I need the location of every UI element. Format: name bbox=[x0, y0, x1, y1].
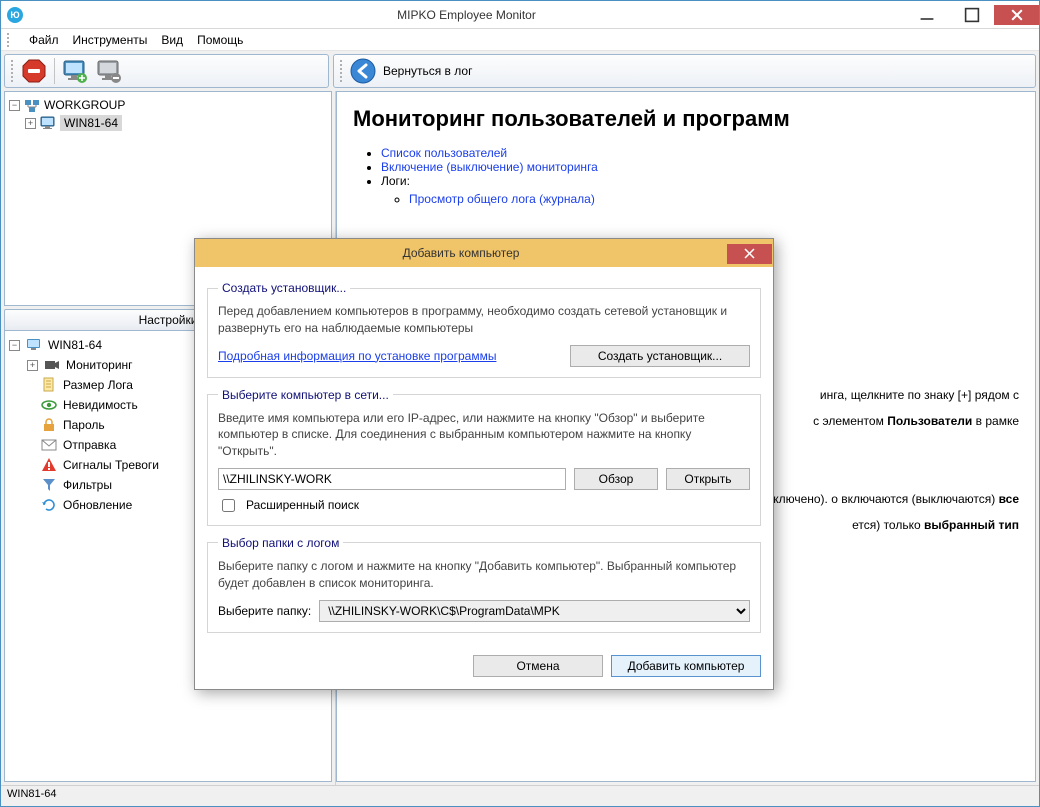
app-icon: Ю bbox=[7, 7, 23, 23]
dialog-body: Создать установщик... Перед добавлением … bbox=[195, 267, 773, 655]
advanced-search-label: Расширенный поиск bbox=[246, 498, 359, 512]
arrow-left-icon bbox=[350, 58, 376, 84]
settings-alerts-label: Сигналы Тревоги bbox=[63, 458, 159, 472]
create-installer-button[interactable]: Создать установщик... bbox=[570, 345, 750, 367]
toolbar-left-panel bbox=[4, 54, 329, 88]
status-text: WIN81-64 bbox=[7, 788, 57, 800]
settings-password-label: Пароль bbox=[63, 418, 105, 432]
toolbar-right-panel: Вернуться в лог bbox=[333, 54, 1036, 88]
app-title: MIPKO Employee Monitor bbox=[29, 8, 904, 22]
toc-link-users[interactable]: Список пользователей bbox=[381, 146, 507, 160]
dialog-titlebar: Добавить компьютер bbox=[195, 239, 773, 267]
page-title: Мониторинг пользователей и программ bbox=[353, 106, 1019, 132]
settings-root-label: WIN81-64 bbox=[48, 338, 102, 352]
add-computer-button[interactable]: Добавить компьютер bbox=[611, 655, 761, 677]
funnel-icon bbox=[41, 477, 57, 493]
collapse-icon[interactable]: − bbox=[9, 100, 20, 111]
maximize-button[interactable] bbox=[949, 5, 994, 25]
folder-select[interactable]: \\ZHILINSKY-WORK\C$\ProgramData\MPK bbox=[319, 600, 750, 622]
eye-icon bbox=[41, 397, 57, 413]
toc-list: Список пользователей Включение (выключен… bbox=[353, 146, 1019, 206]
settings-monitoring-label: Мониторинг bbox=[66, 358, 133, 372]
camera-icon bbox=[44, 357, 60, 373]
group-legend: Выберите компьютер в сети... bbox=[218, 388, 393, 402]
tree-node-label: WIN81-64 bbox=[60, 115, 122, 131]
minimize-icon bbox=[919, 7, 935, 23]
group-info: Выберите папку с логом и нажмите на кноп… bbox=[218, 558, 750, 592]
maximize-icon bbox=[964, 7, 980, 23]
monitor-plus-icon bbox=[62, 58, 88, 84]
network-icon bbox=[24, 97, 40, 113]
envelope-icon bbox=[41, 437, 57, 453]
menu-help[interactable]: Помощь bbox=[191, 31, 249, 49]
dialog-title: Добавить компьютер bbox=[195, 246, 727, 260]
group-legend: Создать установщик... bbox=[218, 281, 350, 295]
toc-link-log-view[interactable]: Просмотр общего лога (журнала) bbox=[409, 192, 595, 206]
install-help-link[interactable]: Подробная информация по установке програ… bbox=[218, 349, 496, 363]
settings-filters-label: Фильтры bbox=[63, 478, 112, 492]
stop-icon bbox=[21, 58, 47, 84]
tree-root-row[interactable]: − WORKGROUP bbox=[9, 96, 327, 114]
close-icon bbox=[744, 248, 755, 259]
monitor-minus-icon bbox=[96, 58, 122, 84]
titlebar: Ю MIPKO Employee Monitor bbox=[1, 1, 1039, 29]
add-computer-button[interactable] bbox=[61, 57, 89, 85]
menu-tools[interactable]: Инструменты bbox=[67, 31, 154, 49]
add-computer-dialog: Добавить компьютер Создать установщик...… bbox=[194, 238, 774, 690]
app-window: Ю MIPKO Employee Monitor Файл Инструмент… bbox=[0, 0, 1040, 807]
toc-link-toggle[interactable]: Включение (выключение) мониторинга bbox=[381, 160, 598, 174]
advanced-search-checkbox[interactable] bbox=[222, 499, 235, 512]
group-log-folder: Выбор папки с логом Выберите папку с лог… bbox=[207, 536, 761, 633]
back-button[interactable] bbox=[349, 57, 377, 85]
page-icon bbox=[41, 377, 57, 393]
lock-icon bbox=[41, 417, 57, 433]
computer-name-input[interactable] bbox=[218, 468, 566, 490]
tree-root-label: WORKGROUP bbox=[44, 98, 125, 112]
group-legend: Выбор папки с логом bbox=[218, 536, 343, 550]
monitor-icon bbox=[26, 337, 42, 353]
settings-send-label: Отправка bbox=[63, 438, 116, 452]
menubar: Файл Инструменты Вид Помощь bbox=[1, 29, 1039, 51]
statusbar: WIN81-64 bbox=[1, 785, 1039, 806]
dialog-footer: Отмена Добавить компьютер bbox=[195, 655, 773, 689]
window-controls bbox=[904, 5, 1039, 25]
group-info: Перед добавлением компьютеров в программ… bbox=[218, 303, 750, 337]
open-button[interactable]: Открыть bbox=[666, 468, 750, 490]
browse-button[interactable]: Обзор bbox=[574, 468, 658, 490]
group-select-computer: Выберите компьютер в сети... Введите имя… bbox=[207, 388, 761, 526]
cancel-button[interactable]: Отмена bbox=[473, 655, 603, 677]
group-info: Введите имя компьютера или его IP-адрес,… bbox=[218, 410, 750, 460]
menu-view[interactable]: Вид bbox=[155, 31, 189, 49]
close-button[interactable] bbox=[994, 5, 1039, 25]
back-label: Вернуться в лог bbox=[383, 64, 472, 78]
close-icon bbox=[1009, 7, 1025, 23]
toolbar: Вернуться в лог bbox=[1, 51, 1039, 91]
collapse-icon[interactable]: − bbox=[9, 340, 20, 351]
expand-icon[interactable]: + bbox=[25, 118, 36, 129]
group-create-installer: Создать установщик... Перед добавлением … bbox=[207, 281, 761, 378]
settings-invisibility-label: Невидимость bbox=[63, 398, 138, 412]
dialog-close-button[interactable] bbox=[727, 244, 772, 264]
warning-icon bbox=[41, 457, 57, 473]
folder-label: Выберите папку: bbox=[218, 604, 311, 618]
remove-computer-button[interactable] bbox=[95, 57, 123, 85]
expand-icon[interactable]: + bbox=[27, 360, 38, 371]
stop-button[interactable] bbox=[20, 57, 48, 85]
minimize-button[interactable] bbox=[904, 5, 949, 25]
settings-log-size-label: Размер Лога bbox=[63, 378, 133, 392]
toc-logs: Логи: Просмотр общего лога (журнала) bbox=[381, 174, 1019, 206]
tree-node-row[interactable]: + WIN81-64 bbox=[9, 114, 327, 132]
settings-update-label: Обновление bbox=[63, 498, 132, 512]
menu-file[interactable]: Файл bbox=[23, 31, 65, 49]
refresh-icon bbox=[41, 497, 57, 513]
monitor-icon bbox=[40, 115, 56, 131]
